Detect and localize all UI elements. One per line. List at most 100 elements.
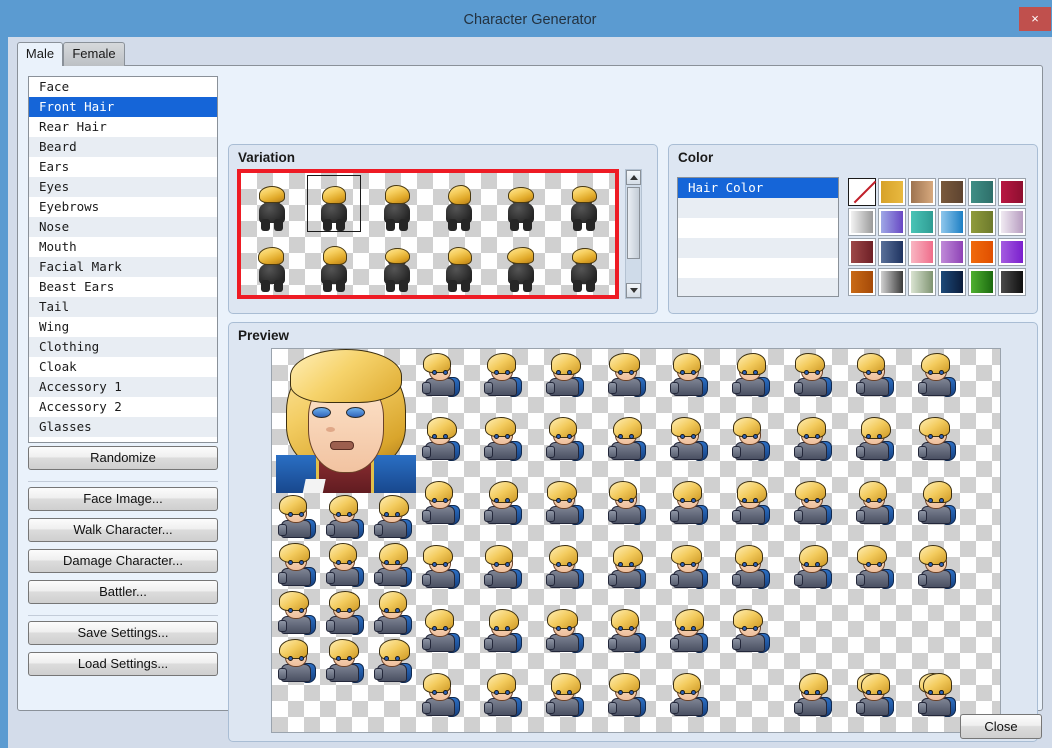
color-swatch-orange[interactable]: [968, 238, 996, 266]
tab-female[interactable]: Female: [63, 42, 125, 66]
color-swatch-tan[interactable]: [908, 178, 936, 206]
sprite-arm: [278, 668, 287, 680]
scroll-thumb[interactable]: [627, 187, 640, 259]
sprite-eye-right: [939, 562, 944, 567]
parts-list-item-rear-hair[interactable]: Rear Hair: [29, 117, 217, 137]
color-swatch-turquoise[interactable]: [908, 208, 936, 236]
parts-list-item-facial-mark[interactable]: Facial Mark: [29, 257, 217, 277]
randomize-button[interactable]: Randomize: [28, 446, 218, 470]
variation-cell-rounded-bob[interactable]: [366, 234, 428, 295]
walk-character-button[interactable]: Walk Character...: [28, 518, 218, 542]
variation-cell-swept-curl[interactable]: [428, 234, 490, 295]
color-swatch-black[interactable]: [998, 268, 1026, 296]
variation-cell-short-bangs[interactable]: [366, 173, 428, 234]
parts-list-item-mouth[interactable]: Mouth: [29, 237, 217, 257]
color-swatch-periwinkle[interactable]: [878, 208, 906, 236]
variation-cell-bowl-round[interactable]: [490, 173, 552, 234]
color-swatch-copper[interactable]: [848, 268, 876, 296]
variation-silhouette: [444, 185, 474, 231]
battler-button[interactable]: Battler...: [28, 580, 218, 604]
variation-cell-ponytail[interactable]: [490, 234, 552, 295]
preview-sprite-grid: [272, 349, 1000, 732]
sprite-arm: [278, 572, 287, 584]
sprite-eye-right: [299, 608, 304, 613]
parts-list-item-face[interactable]: Face: [29, 77, 217, 97]
swatch-cell: [847, 207, 877, 237]
variation-cell-side-part[interactable]: [303, 173, 365, 234]
color-swatch-crimson[interactable]: [998, 178, 1026, 206]
close-button[interactable]: Close: [960, 714, 1042, 739]
sprite-eye-right: [347, 512, 352, 517]
scroll-up-button[interactable]: [626, 170, 641, 185]
color-swatch-green[interactable]: [968, 268, 996, 296]
battler-sprite: [602, 415, 650, 463]
color-swatch-pink[interactable]: [908, 238, 936, 266]
sprite-arm: [422, 702, 431, 714]
sprite-eye-left: [384, 560, 389, 565]
color-swatch-teal[interactable]: [968, 178, 996, 206]
sprite-eye-left: [556, 562, 561, 567]
color-swatch-wine[interactable]: [848, 238, 876, 266]
sprite-arm: [794, 446, 803, 458]
battler-sprite: [788, 479, 836, 527]
variation-cell-messy-back[interactable]: [241, 234, 303, 295]
color-swatch-orchid[interactable]: [938, 238, 966, 266]
color-swatch-violet[interactable]: [998, 238, 1026, 266]
color-list-item-empty[interactable]: [678, 218, 838, 238]
face-image-button[interactable]: Face Image...: [28, 487, 218, 511]
color-swatch-midnight[interactable]: [938, 268, 966, 296]
parts-list-item-glasses[interactable]: Glasses: [29, 417, 217, 437]
parts-list-item-cloak[interactable]: Cloak: [29, 357, 217, 377]
color-listbox[interactable]: Hair Color: [677, 177, 839, 297]
variation-cell-short-flat[interactable]: [553, 234, 615, 295]
color-swatch-lavender[interactable]: [998, 208, 1026, 236]
parts-list-item-nose[interactable]: Nose: [29, 217, 217, 237]
color-list-item-hair-color[interactable]: Hair Color: [678, 178, 838, 198]
color-swatch-none[interactable]: [848, 178, 876, 206]
variation-canvas[interactable]: [237, 169, 619, 299]
parts-list-item-beast-ears[interactable]: Beast Ears: [29, 277, 217, 297]
color-swatch-gold[interactable]: [878, 178, 906, 206]
preview-canvas[interactable]: [271, 348, 1001, 733]
tab-male[interactable]: Male: [17, 42, 63, 66]
color-swatch-brown[interactable]: [938, 178, 966, 206]
color-swatch-gray[interactable]: [878, 268, 906, 296]
sprite-arm: [732, 510, 741, 522]
color-list-item-empty[interactable]: [678, 198, 838, 218]
parts-list-item-tail[interactable]: Tail: [29, 297, 217, 317]
swatch-cell: [937, 267, 967, 297]
color-swatch-olive[interactable]: [968, 208, 996, 236]
color-list-item-empty[interactable]: [678, 258, 838, 278]
swatch-cell: [967, 267, 997, 297]
parts-list-item-eyebrows[interactable]: Eyebrows: [29, 197, 217, 217]
variation-cell-parted-long[interactable]: [303, 234, 365, 295]
color-swatch-sage[interactable]: [908, 268, 936, 296]
parts-list-item-ears[interactable]: Ears: [29, 157, 217, 177]
parts-list-item-accessory-2[interactable]: Accessory 2: [29, 397, 217, 417]
parts-list-item-beard[interactable]: Beard: [29, 137, 217, 157]
variation-cell-messy-front[interactable]: [553, 173, 615, 234]
save-settings-button[interactable]: Save Settings...: [28, 621, 218, 645]
parts-list-item-front-hair[interactable]: Front Hair: [29, 97, 217, 117]
color-swatch-silver[interactable]: [848, 208, 876, 236]
variation-cell-swoop-left[interactable]: [241, 173, 303, 234]
load-settings-button[interactable]: Load Settings...: [28, 652, 218, 676]
battler-sprite: [602, 351, 650, 399]
parts-list-item-clothing[interactable]: Clothing: [29, 337, 217, 357]
color-list-item-empty[interactable]: [678, 238, 838, 258]
parts-list-item-wing[interactable]: Wing: [29, 317, 217, 337]
variation-cell-spiky-tuft[interactable]: [428, 173, 490, 234]
sprite-arm: [794, 382, 803, 394]
color-swatch-navy[interactable]: [878, 238, 906, 266]
parts-list-item-eyes[interactable]: Eyes: [29, 177, 217, 197]
color-swatch-sky-blue[interactable]: [938, 208, 966, 236]
close-x-icon[interactable]: ×: [1019, 7, 1051, 31]
sprite-arm: [918, 510, 927, 522]
parts-list-item-accessory-1[interactable]: Accessory 1: [29, 377, 217, 397]
scroll-down-button[interactable]: [626, 283, 641, 298]
parts-listbox[interactable]: Face Front Hair Rear Hair Beard Ears Eyes Eyeb…: [28, 76, 218, 443]
sprite-eye-right: [815, 434, 820, 439]
damage-character-button[interactable]: Damage Character...: [28, 549, 218, 573]
variation-scrollbar[interactable]: [625, 169, 642, 299]
color-list-item-empty[interactable]: [678, 278, 838, 296]
